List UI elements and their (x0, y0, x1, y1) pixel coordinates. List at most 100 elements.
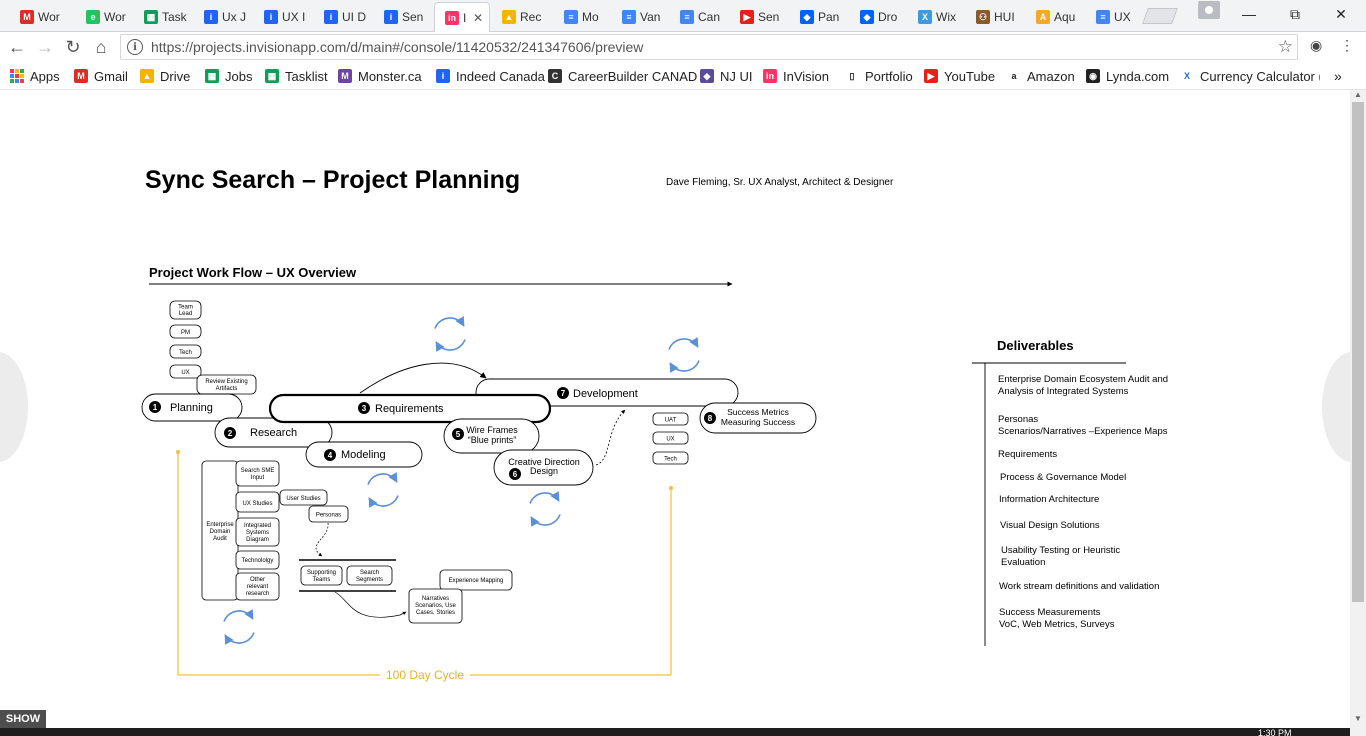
youtube-icon: ▶ (740, 10, 754, 24)
tab-17[interactable]: A Aqu (1026, 2, 1086, 32)
gmail-icon: M (74, 69, 88, 83)
bookmark-4[interactable]: ▦ Tasklist (265, 67, 328, 85)
deliverables-title: Deliverables (997, 338, 1074, 353)
user-studies-box: User Studies (279, 489, 328, 506)
tab-10[interactable]: ≡ Van (612, 2, 672, 32)
svg-text:relevant: relevant (247, 584, 269, 590)
svg-text:UX: UX (181, 370, 189, 376)
sheets-icon: ▦ (265, 69, 279, 83)
bookmark-5[interactable]: M Monster.ca (338, 67, 422, 85)
svg-text:Research: Research (250, 427, 297, 439)
tab-12[interactable]: ▶ Sen (730, 2, 790, 32)
evernote-extension-icon[interactable]: ◉ (1310, 37, 1322, 54)
tab-5[interactable]: i UI D (314, 2, 374, 32)
phase-modeling: 4 Modeling (305, 441, 423, 468)
taskbar-clock: 1:30 PM (1258, 728, 1292, 736)
home-button[interactable]: ⌂ (90, 36, 112, 58)
tab-4[interactable]: i UX I (254, 2, 314, 32)
tab-8[interactable]: ▲ Rec (492, 2, 552, 32)
close-tab-icon[interactable]: ✕ (473, 11, 483, 25)
bookmark-1[interactable]: M Gmail (74, 67, 128, 85)
scroll-thumb[interactable] (1352, 102, 1364, 602)
cycle-loop-icon (223, 609, 255, 645)
new-tab-button[interactable] (1142, 8, 1178, 24)
bookmark-8[interactable]: ◆ NJ UI (700, 67, 753, 85)
tab-6[interactable]: i Sen (374, 2, 434, 32)
bookmark-14[interactable]: X Currency Calculator ( (1180, 67, 1320, 85)
svg-text:1: 1 (153, 403, 158, 412)
scroll-up-icon[interactable]: ▲ (1350, 90, 1366, 102)
svg-text:Wire Frames: Wire Frames (466, 425, 518, 435)
bookmark-13[interactable]: ◉ Lynda.com (1086, 67, 1169, 85)
tab-2[interactable]: ▦ Task (134, 2, 194, 32)
bookmark-0[interactable]: Apps (10, 67, 60, 85)
menu-icon[interactable]: ⋮ (1340, 37, 1354, 54)
phase-wire-frames: 5 Wire Frames “Blue prints” (443, 418, 540, 454)
tab-title: HUI (994, 10, 1015, 24)
svg-text:Success Measurements: Success Measurements (999, 607, 1101, 618)
svg-text:6: 6 (513, 470, 518, 479)
reload-button[interactable]: ↻ (62, 36, 84, 58)
cycle-loop-icon (529, 491, 561, 527)
bookmark-2[interactable]: ▲ Drive (140, 67, 190, 85)
docs-icon: ≡ (1096, 10, 1110, 24)
svg-text:Scenarios, Use: Scenarios, Use (415, 603, 456, 609)
address-bar[interactable]: i https://projects.invisionapp.com/d/mai… (120, 34, 1298, 60)
back-button[interactable]: ← (6, 36, 28, 58)
restore-button[interactable]: ⧉ (1280, 4, 1310, 24)
info-icon[interactable]: i (127, 39, 143, 55)
svg-text:User Studies: User Studies (286, 496, 320, 502)
bookmark-star-icon[interactable]: ☆ (1278, 37, 1293, 57)
forward-button[interactable]: → (34, 36, 56, 58)
svg-text:Enterprise: Enterprise (206, 522, 234, 528)
cycle-loop-icon (668, 337, 700, 373)
lynda-icon: ◉ (1086, 69, 1100, 83)
bookmark-7[interactable]: C CareerBuilder CANAD (548, 67, 697, 85)
cycle-loop-icon (434, 316, 466, 352)
svg-text:Requirements: Requirements (375, 403, 444, 415)
bookmark-11[interactable]: ▶ YouTube (924, 67, 995, 85)
url-text[interactable]: https://projects.invisionapp.com/d/main#… (151, 39, 643, 55)
indeed-icon: i (436, 69, 450, 83)
vertical-scrollbar[interactable]: ▲ ▼ (1350, 90, 1366, 736)
tab-1[interactable]: e Wor (76, 2, 136, 32)
role-ux: UX (169, 364, 202, 379)
svg-text:Audit: Audit (213, 536, 227, 542)
profile-button[interactable] (1198, 1, 1220, 19)
svg-text:Other: Other (250, 577, 265, 583)
bookmark-label: Portfolio (865, 68, 913, 84)
minimize-button[interactable]: — (1234, 4, 1264, 24)
bookmark-label: Drive (160, 68, 191, 84)
bookmark-3[interactable]: ▦ Jobs (205, 67, 252, 85)
tab-18[interactable]: ≡ UX (1086, 2, 1146, 32)
tab-title: Aqu (1054, 10, 1076, 24)
scroll-down-icon[interactable]: ▼ (1350, 714, 1366, 726)
test-role-uat: UAT (652, 412, 689, 426)
tab-13[interactable]: ◆ Pan (790, 2, 850, 32)
indeed-icon: i (384, 10, 398, 24)
tab-title: Sen (758, 10, 780, 24)
bookmark-10[interactable]: ▯ Portfolio (845, 67, 913, 85)
tab-title: Task (162, 10, 187, 24)
tab-3[interactable]: i Ux J (194, 2, 254, 32)
tab-strip: M Wor e Wor ▦ Task i Ux Ji UX Ii UI Di Sen in I ✕ ▲ Rec… (0, 0, 1366, 32)
docs-icon: ≡ (680, 10, 694, 24)
tab-7[interactable]: in I ✕ (434, 2, 490, 32)
aqua-icon: A (1036, 10, 1050, 24)
tab-title: Can (698, 10, 721, 24)
close-window-button[interactable]: ✕ (1326, 4, 1356, 24)
tab-0[interactable]: M Wor (10, 2, 70, 32)
dropbox-icon: ◆ (800, 10, 814, 24)
tab-16[interactable]: ⚇ HUI (966, 2, 1026, 32)
show-button[interactable]: SHOW (0, 710, 46, 728)
bookmark-9[interactable]: in InVision (763, 67, 829, 85)
apps-grid-icon (10, 69, 24, 83)
tab-title: Wor (38, 10, 60, 24)
bookmark-12[interactable]: a Amazon (1007, 67, 1075, 85)
tab-11[interactable]: ≡ Can (670, 2, 730, 32)
bookmark-6[interactable]: i Indeed Canada (436, 67, 545, 85)
more-bookmarks-button[interactable]: » (1334, 67, 1342, 85)
tab-14[interactable]: ◆ Dro (850, 2, 910, 32)
tab-15[interactable]: X Wix (908, 2, 968, 32)
tab-9[interactable]: ≡ Mo (554, 2, 614, 32)
